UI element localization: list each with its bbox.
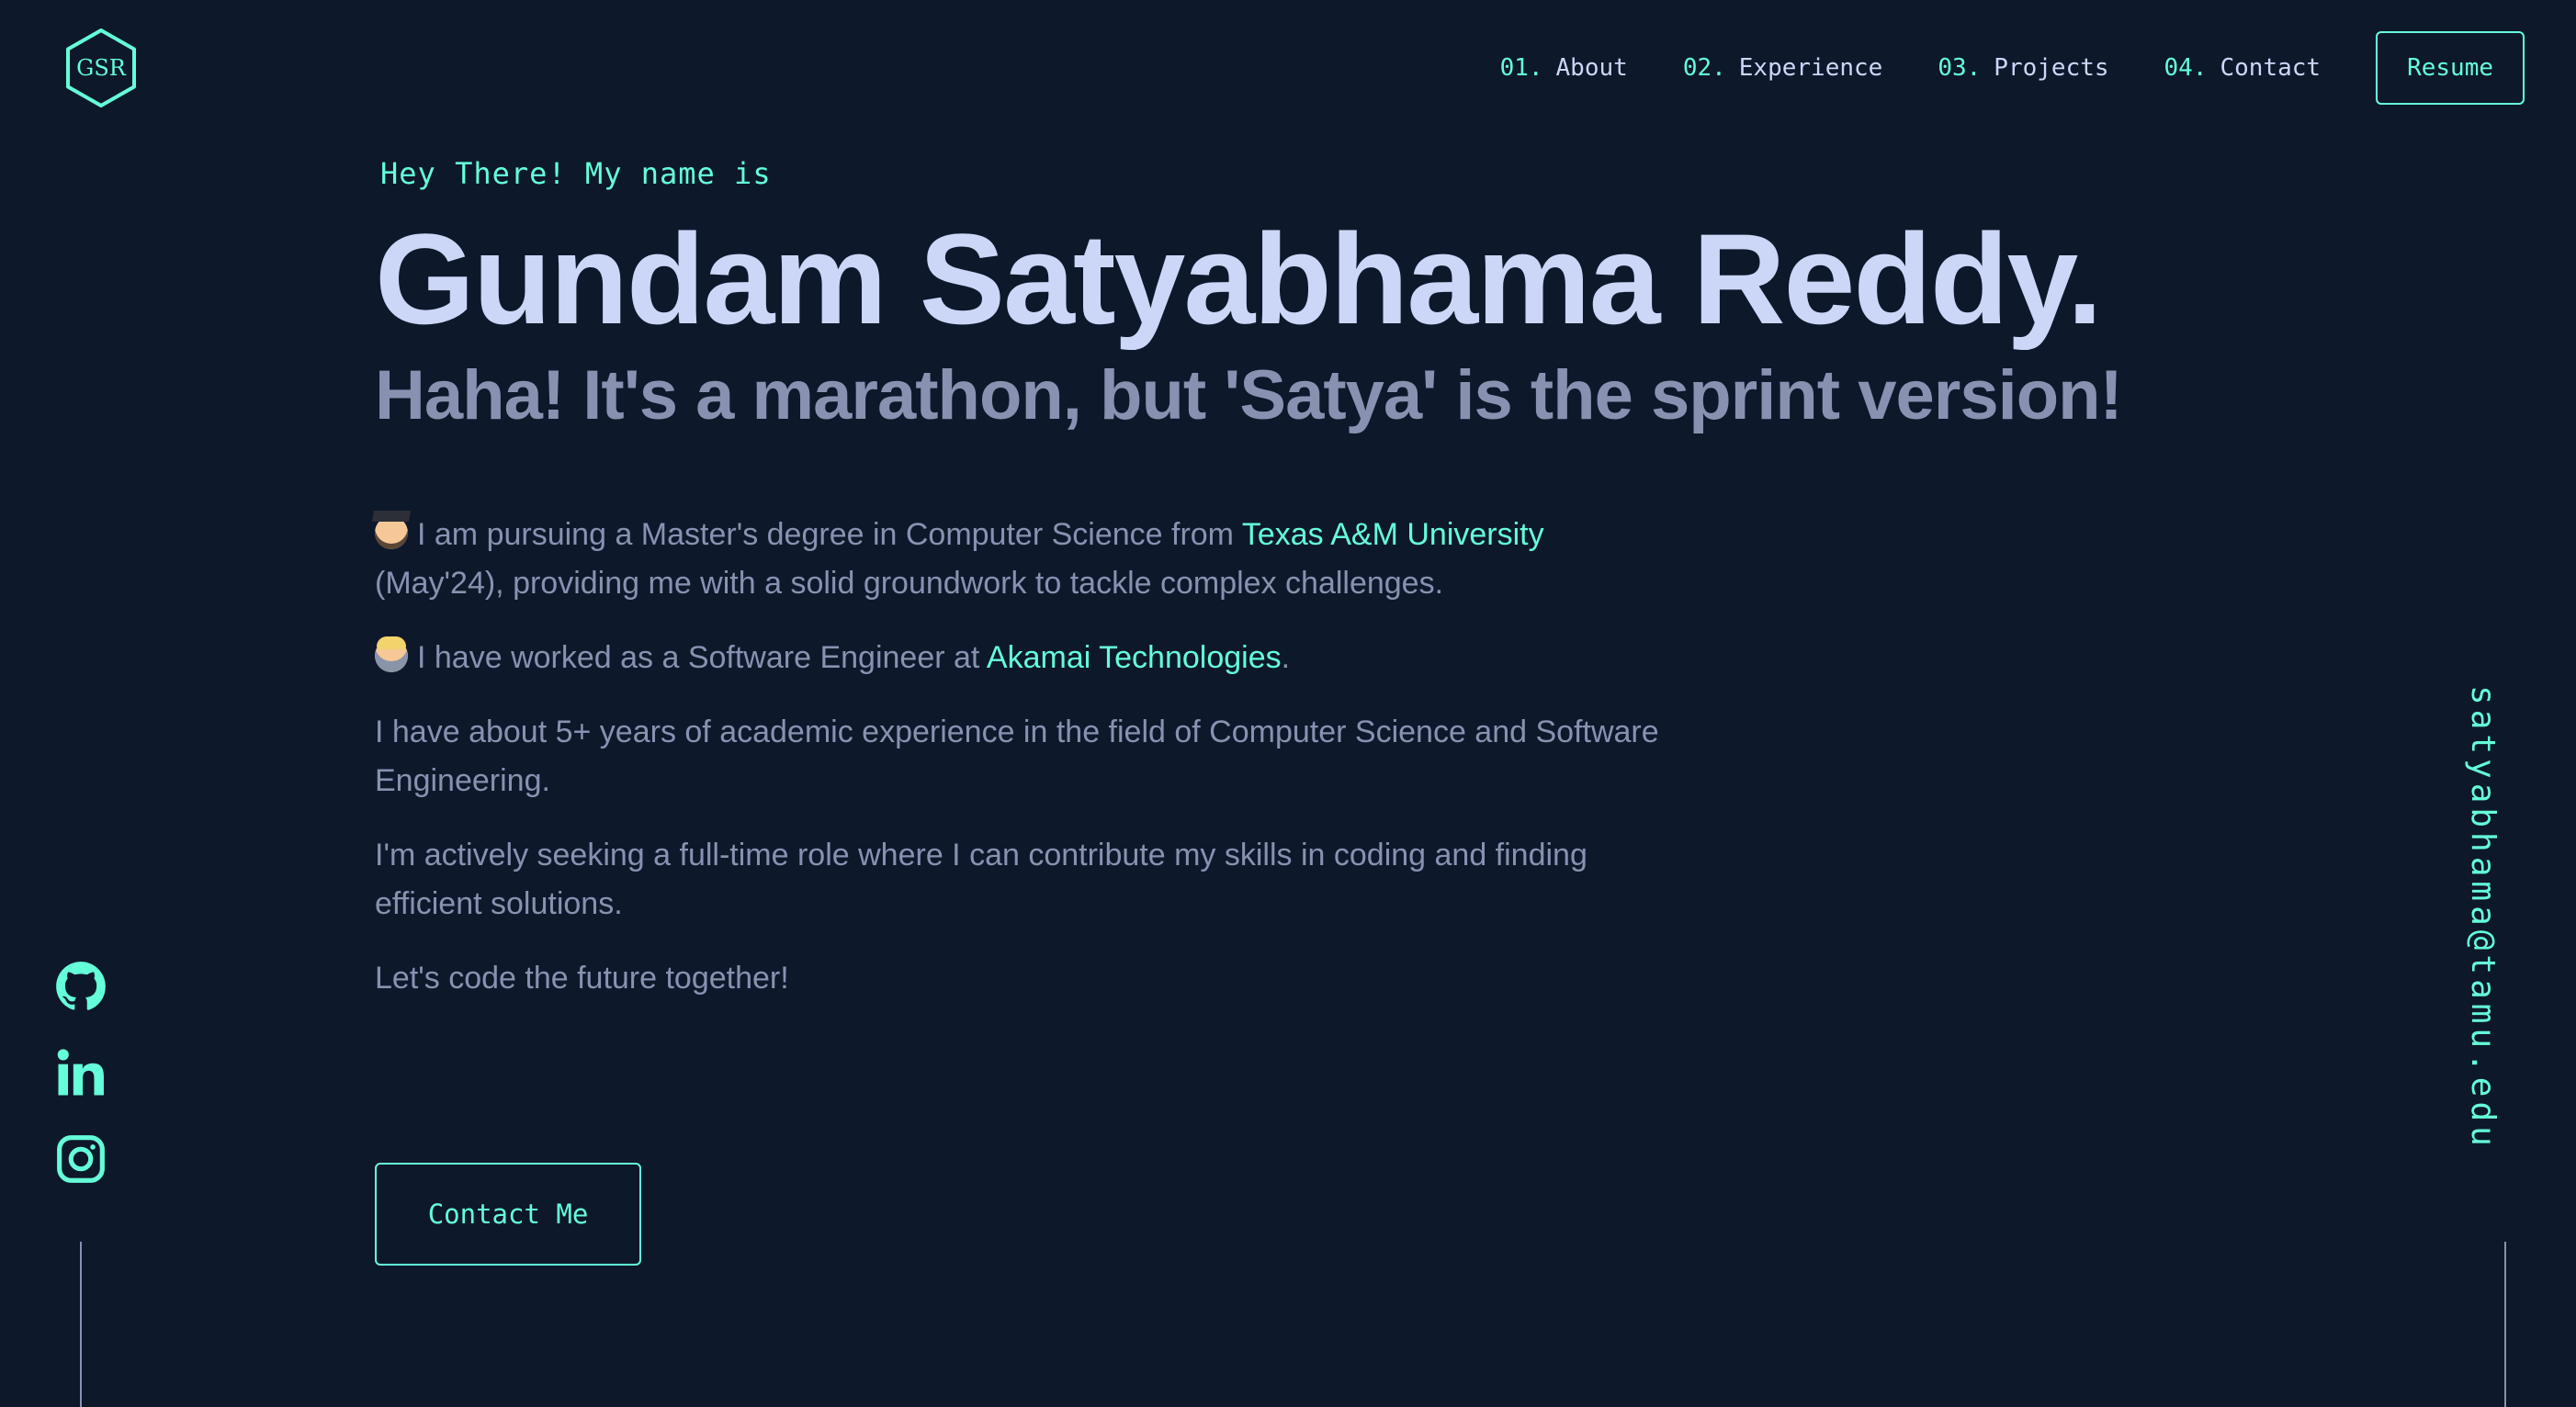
nav-item-contact[interactable]: 04. Contact <box>2164 54 2322 82</box>
email-link[interactable]: satyabhama@tamu.edu <box>2464 685 2502 1151</box>
nav-number: 01. <box>1499 54 1543 82</box>
nav-number: 03. <box>1938 54 1982 82</box>
akamai-link[interactable]: Akamai Technologies <box>987 640 1282 675</box>
top-nav: 01. About 02. Experience 03. Projects 04… <box>1500 31 2525 105</box>
portfolio-page: GSR 01. About 02. Experience 03. Project… <box>0 0 2576 1407</box>
tamu-link[interactable]: Texas A&M University <box>1242 517 1544 552</box>
logo-link[interactable]: GSR <box>64 28 138 108</box>
nav-number: 04. <box>2164 54 2208 82</box>
github-link[interactable] <box>55 961 107 1012</box>
bio-text: I have worked as a Software Engineer at <box>417 640 987 676</box>
hero-name: Gundam Satyabhama Reddy. <box>375 207 2103 351</box>
instagram-icon <box>57 1135 105 1183</box>
nav-item-experience[interactable]: 02. Experience <box>1683 54 1883 82</box>
bio-text: . <box>1281 640 1291 676</box>
nav-number: 02. <box>1682 54 1726 82</box>
bio-text: (May'24), providing me with a solid grou… <box>375 566 1444 602</box>
resume-button[interactable]: Resume <box>2376 31 2525 105</box>
nav-item-projects[interactable]: 03. Projects <box>1938 54 2108 82</box>
left-divider-line <box>80 1242 82 1407</box>
nav-label: Experience <box>1738 54 1883 82</box>
student-emoji-icon <box>375 516 408 550</box>
hero-tagline: Haha! It's a marathon, but 'Satya' is th… <box>375 356 2123 434</box>
nav-label: About <box>1555 54 1628 82</box>
nav-label: Contact <box>2220 54 2322 82</box>
instagram-link[interactable] <box>55 1133 107 1185</box>
github-icon <box>56 962 106 1010</box>
linkedin-icon <box>57 1049 104 1096</box>
bio-closing: Let's code the future together! <box>375 961 789 996</box>
bio-seeking: I'm actively seeking a full-time role wh… <box>375 838 1587 922</box>
hero-bio: I am pursuing a Master's degree in Compu… <box>375 511 1679 1003</box>
social-links <box>53 961 108 1220</box>
logo-text: GSR <box>76 55 126 81</box>
nav-label: Projects <box>1994 54 2109 82</box>
bio-work: I have worked as a Software Engineer at … <box>375 634 1679 682</box>
contact-me-button[interactable]: Contact Me <box>375 1163 641 1266</box>
bio-education: I am pursuing a Master's degree in Compu… <box>375 511 1679 608</box>
bio-experience: I have about 5+ years of academic experi… <box>375 715 1659 799</box>
nav-item-about[interactable]: 01. About <box>1500 54 1628 82</box>
bio-text: I am pursuing a Master's degree in Compu… <box>417 517 1242 553</box>
linkedin-link[interactable] <box>55 1047 107 1098</box>
technologist-emoji-icon <box>375 636 408 673</box>
right-divider-line <box>2504 1242 2506 1407</box>
hero-section: Hey There! My name is Gundam Satyabhama … <box>375 156 2123 1029</box>
hero-greeting: Hey There! My name is <box>380 156 772 191</box>
